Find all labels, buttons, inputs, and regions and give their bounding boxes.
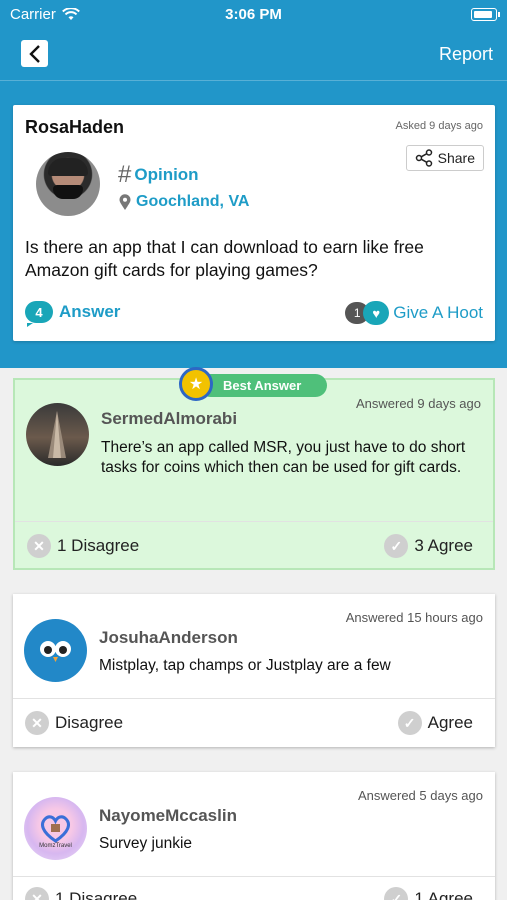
question-timestamp: Asked 9 days ago: [395, 120, 483, 132]
question-category[interactable]: # Opinion: [118, 161, 199, 189]
share-label: Share: [437, 150, 475, 166]
avatar[interactable]: [24, 619, 87, 682]
location-label: Goochland, VA: [136, 193, 250, 210]
star-medal-icon: ★: [179, 367, 213, 401]
report-button[interactable]: Report: [439, 44, 493, 65]
disagree-button[interactable]: ✕ 1 Disagree: [25, 887, 137, 900]
navbar: Report: [0, 38, 507, 80]
question-card: RosaHaden Asked 9 days ago Share # Opini…: [13, 105, 495, 341]
agree-label: Agree: [427, 713, 473, 732]
avatar[interactable]: [26, 403, 89, 466]
disagree-label: Disagree: [55, 713, 124, 732]
category-label: Opinion: [134, 165, 199, 184]
hoot-label: Give A Hoot: [393, 303, 483, 322]
answer-text: Survey junkie: [99, 835, 193, 852]
agree-label: 1 Agree: [414, 889, 473, 900]
agree-button[interactable]: ✓ 1 Agree: [384, 887, 473, 900]
share-button[interactable]: Share: [405, 145, 484, 171]
check-icon: ✓: [384, 887, 409, 900]
agree-button[interactable]: ✓ Agree: [397, 711, 473, 735]
answer-author[interactable]: SermedAlmorabi: [101, 409, 237, 429]
close-icon: ✕: [25, 711, 49, 735]
close-icon: ✕: [25, 887, 49, 900]
answer-timestamp: Answered 15 hours ago: [345, 610, 483, 625]
close-icon: ✕: [27, 534, 51, 558]
best-answer-card: Answered 9 days ago SermedAlmorabi There…: [13, 378, 495, 570]
location-pin-icon: [119, 193, 131, 210]
agree-button[interactable]: ✓ 3 Agree: [384, 534, 473, 558]
clock: 3:06 PM: [225, 6, 282, 23]
question-author[interactable]: RosaHaden: [25, 117, 124, 138]
check-icon: ✓: [384, 534, 409, 558]
chevron-left-icon: [28, 44, 40, 63]
check-icon: ✓: [397, 711, 422, 735]
avatar[interactable]: [36, 152, 100, 216]
battery-icon: [471, 8, 500, 21]
hashtag-icon: #: [118, 161, 132, 188]
answer-timestamp: Answered 5 days ago: [357, 788, 483, 803]
back-button[interactable]: [21, 40, 48, 67]
heart-logo-icon: [41, 815, 70, 843]
answer-label: Answer: [59, 302, 121, 321]
answer-text: There’s an app called MSR, you just have…: [101, 439, 466, 476]
answer-card: Answered 5 days ago MomzTravel NayomeMcc…: [13, 772, 495, 900]
owl-logo-icon: [40, 641, 71, 662]
disagree-label: 1 Disagree: [57, 536, 140, 555]
heart-icon: ♥: [363, 301, 390, 325]
status-bar: Carrier 3:06 PM: [0, 0, 507, 30]
answer-timestamp: Answered 9 days ago: [355, 396, 481, 411]
answer-count-badge: 4: [25, 301, 53, 327]
answer-author[interactable]: NayomeMccaslin: [99, 806, 237, 826]
best-answer-badge: Best Answer ★: [179, 367, 327, 405]
answer-button[interactable]: 4 Answer: [25, 301, 121, 327]
divider: [13, 698, 495, 699]
avatar-hair: [48, 158, 88, 176]
disagree-label: 1 Disagree: [55, 889, 138, 900]
answer-card: Answered 15 hours ago JosuhaAnderson Mis…: [13, 594, 495, 747]
avatar[interactable]: MomzTravel: [24, 797, 87, 860]
divider: [13, 876, 495, 877]
question-text: Is there an app that I can download to e…: [25, 237, 424, 280]
best-answer-label: Best Answer: [199, 374, 327, 397]
building-photo: [48, 411, 66, 458]
question-location: Goochland, VA: [119, 193, 249, 211]
nav-divider: [0, 80, 507, 81]
divider: [15, 521, 493, 522]
agree-label: 3 Agree: [414, 536, 473, 555]
answer-author[interactable]: JosuhaAnderson: [99, 628, 238, 648]
answer-text: Mistplay, tap champs or Justplay are a f…: [99, 657, 391, 674]
share-icon: [415, 149, 432, 167]
avatar-mask: [53, 185, 83, 199]
avatar-logo-text: MomzTravel: [39, 843, 72, 849]
give-a-hoot-button[interactable]: 1 ♥ Give A Hoot: [345, 301, 483, 325]
disagree-button[interactable]: ✕ Disagree: [25, 711, 123, 735]
disagree-button[interactable]: ✕ 1 Disagree: [27, 534, 139, 558]
